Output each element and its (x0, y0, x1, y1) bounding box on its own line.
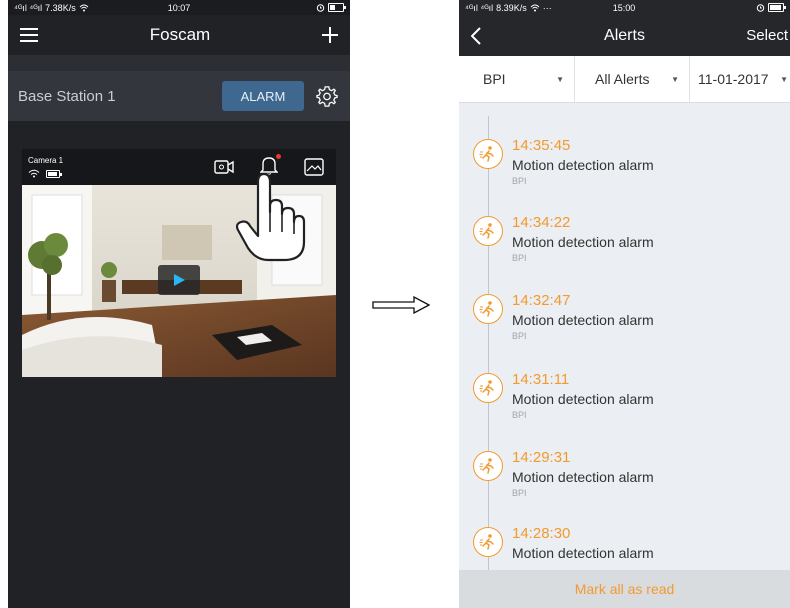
battery-icon (768, 3, 786, 12)
phone-home-screen: ⁴ᴳıl ⁴ᴳıl 7.38K/s 10:07 Foscam Base Stat… (8, 0, 350, 608)
back-arrow-icon[interactable] (471, 26, 481, 45)
alert-time: 14:34:22 (512, 214, 571, 231)
wifi-icon (530, 4, 540, 11)
alarm-clock-icon (756, 4, 765, 12)
motion-alert-icon (473, 373, 503, 403)
select-button[interactable]: Select (746, 27, 790, 44)
tap-hand-icon (236, 172, 306, 262)
video-record-icon[interactable] (214, 159, 234, 175)
signal-indicator: ⁴ᴳıl ⁴ᴳıl (14, 2, 43, 13)
alert-type-filter-label: All Alerts (595, 71, 650, 87)
alert-time: 14:35:45 (512, 137, 571, 154)
transition-arrow-icon (372, 296, 430, 314)
filter-bar: BPI ▼ All Alerts ▼ 11-01-2017 ▼ (459, 56, 790, 103)
signal-indicator: ⁴ᴳıl ⁴ᴳıl (465, 2, 494, 13)
app-title: Foscam (149, 25, 211, 44)
camera-battery-icon (46, 169, 62, 178)
top-nav: Foscam (8, 15, 350, 55)
alert-description: Motion detection alarm (512, 312, 654, 328)
network-speed: 7.38K/s (45, 2, 76, 13)
alert-description: Motion detection alarm (512, 234, 654, 250)
menu-icon[interactable] (20, 28, 38, 42)
top-nav: Alerts Select (459, 15, 790, 56)
base-station-name: Base Station 1 (18, 87, 116, 105)
mark-all-read-button[interactable]: Mark all as read (459, 570, 790, 608)
alert-description: Motion detection alarm (512, 469, 654, 485)
notification-dot (276, 153, 281, 159)
settings-gear-icon[interactable] (316, 85, 338, 107)
date-filter[interactable]: 11-01-2017 ▼ (690, 56, 790, 102)
alerts-list[interactable]: 14:35:45 Motion detection alarm BPI 14:3… (459, 102, 790, 570)
divider (8, 55, 350, 71)
base-station-row[interactable]: Base Station 1 ALARM (8, 71, 350, 121)
caret-down-icon: ▼ (556, 74, 564, 84)
motion-alert-icon (473, 216, 503, 246)
play-icon (174, 274, 185, 286)
alert-time: 14:31:11 (512, 371, 570, 388)
device-filter-label: BPI (483, 71, 506, 87)
timeline-line (488, 116, 489, 570)
alert-description: Motion detection alarm (512, 157, 654, 173)
gallery-icon[interactable] (304, 158, 324, 176)
motion-alert-icon (473, 451, 503, 481)
alarm-clock-icon (316, 4, 325, 12)
alert-source: BPI (512, 176, 527, 186)
alert-source: BPI (512, 488, 527, 498)
status-bar: ⁴ᴳıl ⁴ᴳıl 7.38K/s 10:07 (8, 0, 350, 15)
phone-alerts-screen: ⁴ᴳıl ⁴ᴳıl 8.39K/s ··· 15:00 Alerts Selec… (459, 0, 790, 608)
caret-down-icon: ▼ (780, 74, 788, 84)
alert-time: 14:29:31 (512, 449, 571, 466)
network-speed: 8.39K/s (496, 2, 527, 13)
status-time: 15:00 (612, 2, 636, 13)
alarm-button[interactable]: ALARM (222, 81, 304, 111)
alert-description: Motion detection alarm (512, 391, 654, 407)
alert-source: BPI (512, 331, 527, 341)
motion-alert-icon (473, 139, 503, 169)
status-bar: ⁴ᴳıl ⁴ᴳıl 8.39K/s ··· 15:00 (459, 0, 790, 15)
alert-type-filter[interactable]: All Alerts ▼ (575, 56, 690, 102)
alert-description: Motion detection alarm (512, 545, 654, 561)
wifi-icon (79, 4, 89, 11)
status-more: ··· (542, 2, 552, 13)
device-filter[interactable]: BPI ▼ (459, 56, 575, 102)
alert-source: BPI (512, 410, 527, 420)
caret-down-icon: ▼ (671, 74, 679, 84)
camera-name: Camera 1 (28, 156, 64, 165)
alert-time: 14:28:30 (512, 525, 571, 542)
page-title: Alerts (604, 26, 645, 44)
play-button[interactable] (158, 265, 200, 295)
motion-alert-icon (473, 294, 503, 324)
alert-time: 14:32:47 (512, 292, 571, 309)
motion-alert-icon (473, 527, 503, 557)
add-icon[interactable] (322, 27, 338, 43)
wifi-icon (28, 169, 40, 178)
status-time: 10:07 (167, 2, 191, 13)
battery-icon (328, 3, 346, 12)
date-filter-label: 11-01-2017 (698, 71, 769, 87)
alert-source: BPI (512, 253, 527, 263)
